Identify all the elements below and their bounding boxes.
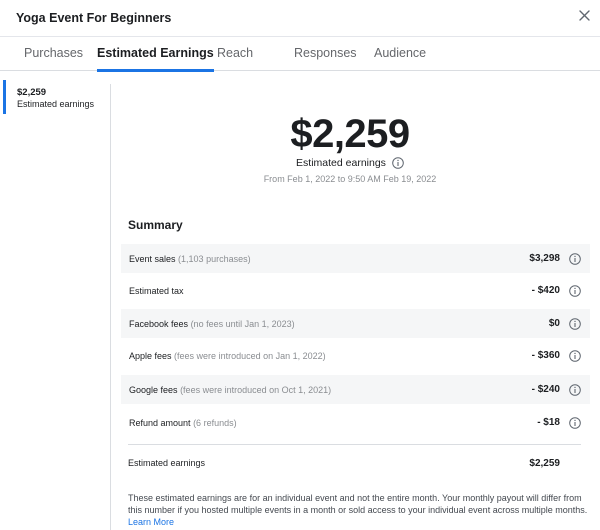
close-button[interactable]	[574, 5, 594, 25]
info-icon[interactable]	[569, 284, 581, 297]
info-icon[interactable]	[569, 349, 581, 362]
summary-row-value: $3,298	[529, 253, 560, 264]
summary-row-label: Google fees (fees were introduced on Oct…	[129, 384, 332, 395]
info-icon[interactable]	[569, 317, 581, 330]
date-range: From Feb 1, 2022 to 9:50 AM Feb 19, 2022	[263, 174, 437, 184]
disclaimer: These estimated earnings are for an indi…	[128, 492, 590, 528]
sidebar-item-amount: $2,259	[17, 87, 47, 98]
summary-row-value: - $240	[531, 384, 560, 395]
info-icon[interactable]	[569, 252, 581, 265]
summary-row-facebook-fees: Facebook fees (no fees until Jan 1, 2023…	[121, 309, 590, 338]
tab-responses[interactable]: Responses	[294, 37, 357, 71]
summary-row-refund-amount: Refund amount (6 refunds) - $18	[121, 408, 590, 437]
summary-row-event-sales: Event sales (1,103 purchases) $3,298	[121, 244, 590, 273]
disclaimer-text: These estimated earnings are for an indi…	[128, 493, 588, 515]
earnings-label-row: Estimated earnings	[120, 157, 580, 169]
tab-estimated-earnings[interactable]: Estimated Earnings	[97, 37, 214, 72]
summary-row-value: - $18	[537, 417, 560, 428]
tab-purchases[interactable]: Purchases	[24, 37, 83, 71]
info-icon[interactable]	[392, 157, 404, 169]
info-icon[interactable]	[569, 416, 581, 429]
total-label: Estimated earnings	[128, 458, 206, 468]
info-icon[interactable]	[569, 383, 581, 396]
dialog-header: Yoga Event For Beginners	[0, 0, 600, 36]
summary-row-value: $0	[548, 318, 560, 329]
summary-row-label: Event sales (1,103 purchases)	[129, 253, 251, 264]
sidebar-divider	[110, 84, 111, 530]
learn-more-link[interactable]: Learn More	[128, 517, 174, 527]
summary-row-label: Apple fees (fees were introduced on Jan …	[129, 350, 326, 361]
tab-reach[interactable]: Reach	[217, 37, 253, 71]
sidebar-item-event-earnings[interactable]: $2,259 Estimated earnings	[3, 80, 107, 114]
close-icon	[578, 9, 590, 21]
earnings-label: Estimated earnings	[296, 157, 386, 169]
summary-row-label: Facebook fees (no fees until Jan 1, 2023…	[129, 318, 295, 329]
total-divider	[128, 444, 581, 445]
earnings-total: $2,259	[290, 112, 410, 156]
tab-audience[interactable]: Audience	[374, 37, 426, 71]
sidebar-item-label: Estimated earnings	[17, 99, 95, 109]
summary-row-label: Refund amount (6 refunds)	[129, 417, 237, 428]
summary-row-apple-fees: Apple fees (fees were introduced on Jan …	[121, 341, 590, 370]
summary-heading: Summary	[128, 218, 183, 232]
tab-bar: Purchases Estimated Earnings Reach Respo…	[0, 36, 600, 72]
dialog-title: Yoga Event For Beginners	[16, 11, 172, 25]
total-value: $2,259	[529, 458, 560, 469]
summary-row-label: Estimated tax	[129, 285, 184, 296]
summary-row-value: - $360	[531, 350, 560, 361]
summary-row-estimated-tax: Estimated tax - $420	[121, 276, 590, 305]
summary-row-value: - $420	[531, 285, 560, 296]
summary-row-google-fees: Google fees (fees were introduced on Oct…	[121, 375, 590, 404]
